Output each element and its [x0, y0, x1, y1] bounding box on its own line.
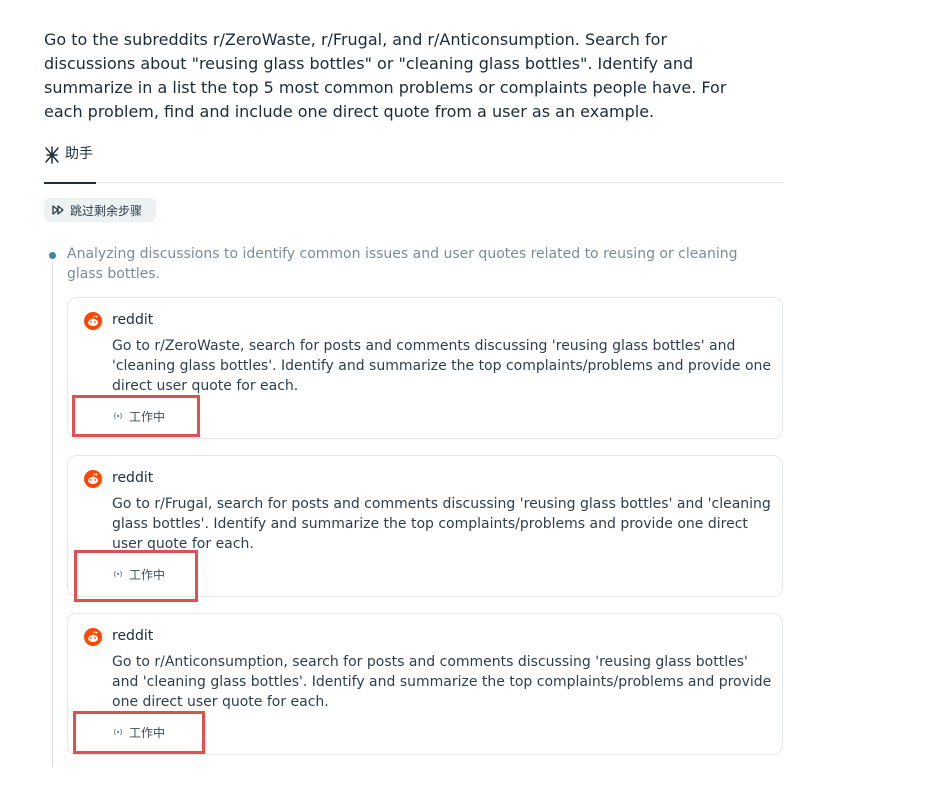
step-description: Analyzing discussions to identify common… [67, 246, 738, 282]
broadcast-icon [114, 728, 122, 736]
task-source: reddit [112, 628, 154, 644]
task-status: 工作中 [112, 564, 165, 584]
task-source: reddit [112, 470, 154, 486]
task-status-label: 工作中 [129, 409, 166, 424]
timeline-line [52, 262, 53, 767]
skip-button-label: 跳过剩余步骤 [70, 203, 143, 218]
tab-assistant-label: 助手 [65, 146, 93, 162]
task-source: reddit [112, 312, 154, 328]
task-status: 工作中 [112, 406, 165, 426]
timeline-dot [49, 252, 56, 259]
task-instruction: Go to r/Frugal, search for posts and com… [112, 496, 771, 552]
reddit-icon [84, 312, 102, 330]
fast-forward-icon [52, 205, 64, 215]
task-instruction: Go to r/ZeroWaste, search for posts and … [112, 338, 772, 394]
task-status-label: 工作中 [129, 567, 166, 582]
sparkle-agent-icon [45, 146, 59, 164]
skip-remaining-steps-button[interactable]: 跳过剩余步骤 [44, 198, 156, 222]
tab-assistant[interactable]: 助手 [44, 140, 96, 184]
task-card-zerowaste[interactable]: reddit Go to r/ZeroWaste, search for pos… [67, 297, 783, 439]
task-query: Go to the subreddits r/ZeroWaste, r/Frug… [44, 30, 727, 121]
reddit-icon [84, 470, 102, 488]
reddit-icon [84, 628, 102, 646]
task-status-label: 工作中 [129, 725, 166, 740]
task-card-frugal[interactable]: reddit Go to r/Frugal, search for posts … [67, 455, 783, 597]
tab-bar: 助手 [44, 140, 784, 184]
broadcast-icon [114, 570, 122, 578]
task-status: 工作中 [112, 722, 165, 742]
task-card-anticonsumption[interactable]: reddit Go to r/Anticonsumption, search f… [67, 613, 783, 755]
broadcast-icon [114, 412, 122, 420]
task-instruction: Go to r/Anticonsumption, search for post… [112, 654, 772, 710]
